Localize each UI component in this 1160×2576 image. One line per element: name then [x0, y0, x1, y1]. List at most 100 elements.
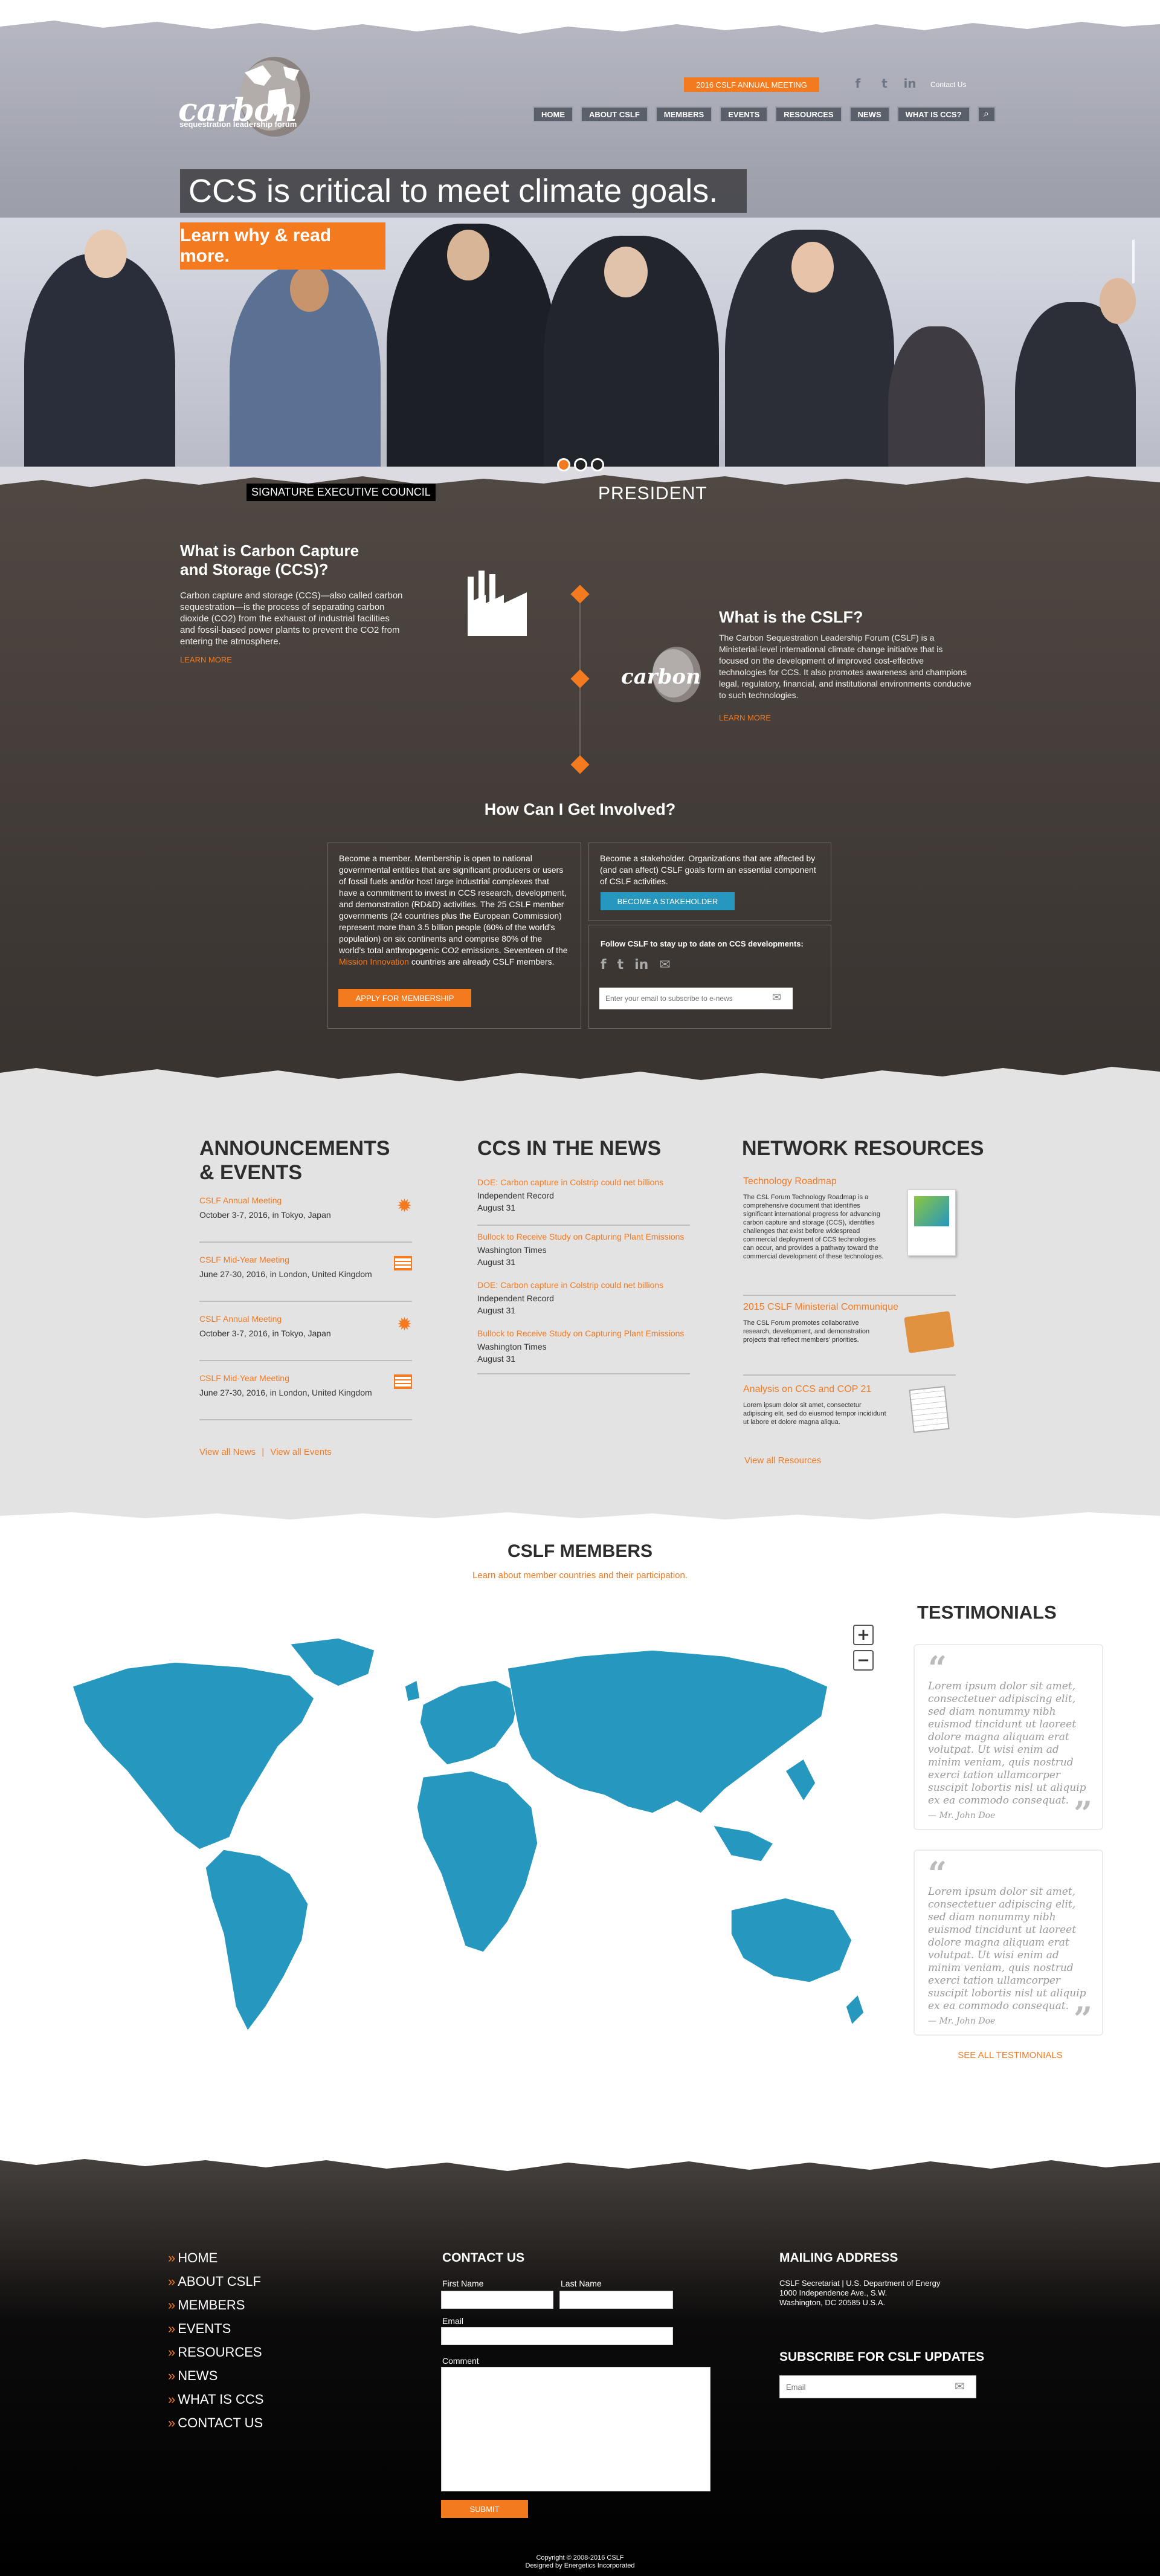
twitter-icon[interactable]: t [617, 957, 624, 972]
divider [199, 1360, 412, 1361]
event-item[interactable]: CSLF Mid-Year Meeting June 27-30, 2016, … [199, 1255, 412, 1314]
footer-nav-members[interactable]: » MEMBERS [168, 2293, 263, 2317]
world-map[interactable] [60, 1632, 906, 2103]
view-all-news-link[interactable]: View all News [199, 1447, 256, 1457]
nav-members[interactable]: MEMBERS [655, 106, 713, 122]
email-input[interactable] [441, 2327, 673, 2345]
nav-what-is-ccs[interactable]: WHAT IS CCS? [897, 106, 970, 122]
nav-resources[interactable]: RESOURCES [775, 106, 842, 122]
zoom-in-button[interactable]: + [853, 1625, 874, 1645]
contact-us-link[interactable]: Contact Us [930, 80, 966, 89]
news-date: August 31 [477, 1354, 516, 1364]
footer-nav-home[interactable]: » HOME [168, 2246, 263, 2270]
footer-nav-resources[interactable]: » RESOURCES [168, 2340, 263, 2364]
news-headline[interactable]: DOE: Carbon capture in Colstrip could ne… [477, 1280, 690, 1290]
event-title[interactable]: CSLF Annual Meeting [199, 1196, 412, 1205]
events-list: CSLF Annual Meeting October 3-7, 2016, i… [199, 1196, 412, 1432]
slide-dot-1[interactable] [557, 458, 570, 471]
event-item[interactable]: CSLF Mid-Year Meeting June 27-30, 2016, … [199, 1373, 412, 1432]
news-item[interactable]: Bullock to Receive Study on Capturing Pl… [477, 1322, 690, 1374]
linkedin-icon[interactable]: in [634, 957, 648, 972]
zoom-out-button[interactable]: − [853, 1650, 874, 1671]
ccs-learn-more[interactable]: LEARN MORE [180, 655, 232, 664]
divider [199, 1241, 412, 1243]
news-headline[interactable]: DOE: Carbon capture in Colstrip could ne… [477, 1177, 690, 1187]
event-title[interactable]: CSLF Annual Meeting [199, 1314, 412, 1324]
resource-title[interactable]: Technology Roadmap [743, 1176, 956, 1187]
event-title[interactable]: CSLF Mid-Year Meeting [199, 1255, 412, 1264]
announcements-title: ANNOUNCEMENTS & EVENTS [199, 1137, 390, 1184]
footer-nav-news[interactable]: » NEWS [168, 2364, 263, 2387]
twitter-icon[interactable]: t [877, 76, 892, 91]
resource-item[interactable]: Analysis on CCS and COP 21 Lorem ipsum d… [743, 1376, 956, 1443]
nav-events[interactable]: EVENTS [720, 106, 768, 122]
comment-textarea[interactable] [441, 2367, 710, 2491]
address-line: CSLF Secretariat | U.S. Department of En… [779, 2279, 941, 2288]
annual-meeting-button[interactable]: 2016 CSLF ANNUAL MEETING [684, 77, 819, 92]
resource-item[interactable]: Technology Roadmap The CSL Forum Technol… [743, 1176, 956, 1296]
view-all-events-link[interactable]: View all Events [270, 1447, 331, 1457]
footer-nav-events[interactable]: » EVENTS [168, 2317, 263, 2340]
torn-paper-edge [0, 467, 1160, 487]
send-email-icon[interactable]: ✉ [955, 2379, 965, 2394]
facebook-icon[interactable]: f [601, 957, 607, 972]
news-headline[interactable]: Bullock to Receive Study on Capturing Pl… [477, 1328, 690, 1338]
testimonials-title: TESTIMONIALS [917, 1602, 1057, 1623]
next-slide-arrow-icon[interactable] [1121, 239, 1135, 288]
mission-innovation-link[interactable]: Mission Innovation [339, 957, 409, 966]
address-line: 1000 Independence Ave., S.W. [779, 2288, 888, 2297]
subscribe-email-input[interactable] [779, 2375, 976, 2398]
email-icon[interactable]: ✉ [659, 957, 670, 972]
flag-icon [394, 1256, 412, 1270]
event-item[interactable]: CSLF Annual Meeting October 3-7, 2016, i… [199, 1314, 412, 1373]
cslf-logo[interactable]: carbon sequestration leadership forum [178, 48, 317, 139]
news-source: Independent Record [477, 1293, 554, 1303]
hero-cta-button[interactable]: Learn why & read more. [180, 222, 385, 270]
see-all-testimonials-link[interactable]: SEE ALL TESTIMONIALS [914, 2050, 1107, 2060]
testimonial-card: “ Lorem ipsum dolor sit amet, consectetu… [914, 1849, 1103, 2036]
apply-membership-button[interactable]: APPLY FOR MEMBERSHIP [338, 989, 471, 1007]
mailing-title: MAILING ADDRESS [779, 2251, 898, 2265]
nav-home[interactable]: HOME [533, 106, 573, 122]
news-headline[interactable]: Bullock to Receive Study on Capturing Pl… [477, 1232, 690, 1241]
event-date: June 27-30, 2016, in London, United King… [199, 1269, 372, 1279]
resource-title[interactable]: 2015 CSLF Ministerial Communique [743, 1302, 956, 1313]
slide-dot-3[interactable] [591, 458, 604, 471]
news-item[interactable]: DOE: Carbon capture in Colstrip could ne… [477, 1274, 690, 1322]
send-email-icon[interactable]: ✉ [772, 991, 787, 1006]
cslf-learn-more[interactable]: LEARN MORE [719, 713, 771, 722]
linkedin-icon[interactable]: in [903, 76, 917, 91]
search-icon[interactable]: ⌕ [977, 106, 996, 122]
first-name-input[interactable] [441, 2291, 553, 2309]
hero-headline: CCS is critical to meet climate goals. [180, 169, 747, 213]
news-item[interactable]: Bullock to Receive Study on Capturing Pl… [477, 1226, 690, 1274]
submit-button[interactable]: SUBMIT [441, 2500, 528, 2518]
resource-item[interactable]: 2015 CSLF Ministerial Communique The CSL… [743, 1296, 956, 1376]
view-all-resources-link[interactable]: View all Resources [744, 1455, 821, 1466]
become-stakeholder-button[interactable]: BECOME A STAKEHOLDER [601, 892, 735, 910]
quote-close-icon: ” [1073, 1794, 1092, 1833]
nav-news[interactable]: NEWS [849, 106, 890, 122]
last-name-input[interactable] [559, 2291, 673, 2309]
event-title[interactable]: CSLF Mid-Year Meeting [199, 1373, 412, 1383]
news-item[interactable]: DOE: Carbon capture in Colstrip could ne… [477, 1177, 690, 1226]
footer-nav-what-is-ccs[interactable]: » WHAT IS CCS [168, 2387, 263, 2411]
testimonial-quote: Lorem ipsum dolor sit amet, consectetuer… [928, 1680, 1086, 1807]
follow-text: Follow CSLF to stay up to date on CCS de… [601, 939, 804, 948]
nav-about[interactable]: ABOUT CSLF [581, 106, 648, 122]
footer-nav-about[interactable]: » ABOUT CSLF [168, 2270, 263, 2293]
testimonial-quote: Lorem ipsum dolor sit amet, consectetuer… [928, 1886, 1086, 2012]
divider [199, 1419, 412, 1420]
enews-email-input[interactable] [599, 988, 793, 1009]
event-date: June 27-30, 2016, in London, United King… [199, 1388, 372, 1397]
slide-dot-2[interactable] [574, 458, 587, 471]
flag-icon [394, 1374, 412, 1389]
divider [199, 1301, 412, 1302]
address-line: Washington, DC 20585 U.S.A. [779, 2298, 886, 2307]
ccs-title: What is Carbon Capture and Storage (CCS)… [180, 542, 359, 578]
comment-label: Comment [442, 2356, 479, 2366]
event-item[interactable]: CSLF Annual Meeting October 3-7, 2016, i… [199, 1196, 412, 1255]
facebook-icon[interactable]: f [851, 76, 865, 91]
footer-nav-contact[interactable]: » CONTACT US [168, 2411, 263, 2435]
document-thumbnail-icon [907, 1189, 956, 1256]
